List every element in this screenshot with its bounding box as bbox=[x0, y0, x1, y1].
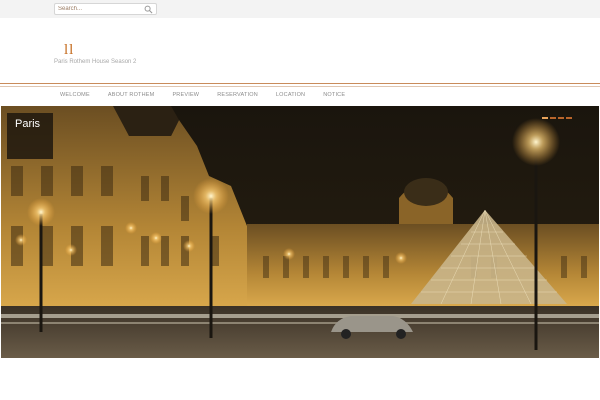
slider-pagination bbox=[542, 117, 572, 119]
header-divider bbox=[0, 83, 600, 84]
nav-item-about-rothem[interactable]: About Rothem bbox=[99, 88, 164, 102]
search-icon[interactable] bbox=[144, 5, 153, 14]
slider-dot[interactable] bbox=[558, 117, 564, 119]
search-input[interactable] bbox=[58, 4, 142, 14]
nav-item-location[interactable]: Location bbox=[267, 88, 314, 102]
slider-dot[interactable] bbox=[566, 117, 572, 119]
nav-item-welcome[interactable]: Welcome bbox=[51, 88, 99, 102]
site-tagline: Paris Rothem House Season 2 bbox=[54, 59, 137, 65]
slider-dot[interactable] bbox=[550, 117, 556, 119]
hero-slide-image[interactable] bbox=[1, 106, 599, 358]
nav-item-notice[interactable]: Notice bbox=[314, 88, 354, 102]
louvre-night-photo bbox=[1, 106, 599, 358]
main-navigation: Welcome About Rothem Preview Reservation… bbox=[51, 88, 354, 102]
top-bar bbox=[0, 0, 600, 18]
search-box[interactable] bbox=[54, 3, 157, 15]
slider-dot[interactable] bbox=[542, 117, 548, 119]
nav-item-reservation[interactable]: Reservation bbox=[208, 88, 267, 102]
site-logo[interactable]: ll bbox=[64, 42, 74, 59]
nav-item-preview[interactable]: Preview bbox=[163, 88, 208, 102]
slide-caption: Paris bbox=[7, 113, 53, 159]
slide-caption-title: Paris bbox=[15, 118, 41, 130]
header-divider-secondary bbox=[0, 86, 600, 87]
